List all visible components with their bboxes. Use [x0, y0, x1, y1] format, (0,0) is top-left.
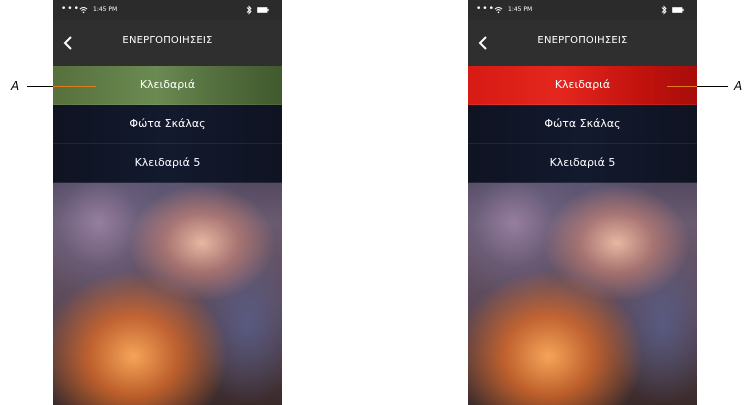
signal-dots: •••	[61, 4, 80, 14]
status-bar: ••• 1:45 PM	[468, 0, 697, 20]
page-title: ΕΝΕΡΓΟΠΟΙΗΣΕΙΣ	[122, 35, 213, 46]
list-item-label: Κλειδαριά 5	[134, 156, 201, 169]
callout-line-left-outer	[27, 86, 53, 87]
callout-line-left-inner	[53, 86, 96, 87]
list-item-stair-lights[interactable]: Φώτα Σκάλας	[53, 105, 282, 144]
status-time: 1:45 PM	[93, 6, 118, 13]
callout-line-right-outer	[697, 86, 728, 87]
signal-dots: •••	[476, 4, 495, 14]
activation-list: Κλειδαριά Φώτα Σκάλας Κλειδαριά 5	[468, 66, 697, 183]
wifi-icon	[79, 7, 88, 14]
status-time: 1:45 PM	[508, 6, 533, 13]
nav-bar: ΕΝΕΡΓΟΠΟΙΗΣΕΙΣ	[53, 20, 282, 66]
callout-label-left: A	[11, 79, 20, 93]
status-bar: ••• 1:45 PM	[53, 0, 282, 20]
activation-list: Κλειδαριά Φώτα Σκάλας Κλειδαριά 5	[53, 66, 282, 183]
figure-canvas: ••• 1:45 PM ΕΝΕΡΓΟΠΟΙΗΣΕΙΣ Κλειδαριά Φώτ…	[0, 0, 753, 405]
list-item-lock-5[interactable]: Κλειδαριά 5	[468, 144, 697, 183]
bluetooth-icon	[661, 5, 667, 15]
callout-line-right-inner	[667, 86, 697, 87]
list-item-label: Κλειδαριά	[139, 78, 196, 91]
list-item-label: Φώτα Σκάλας	[129, 117, 206, 130]
list-item-label: Φώτα Σκάλας	[544, 117, 621, 130]
list-item-label: Κλειδαριά 5	[549, 156, 616, 169]
phone-screen-left: ••• 1:45 PM ΕΝΕΡΓΟΠΟΙΗΣΕΙΣ Κλειδαριά Φώτ…	[53, 0, 282, 405]
nav-bar: ΕΝΕΡΓΟΠΟΙΗΣΕΙΣ	[468, 20, 697, 66]
bluetooth-icon	[246, 5, 252, 15]
wifi-icon	[494, 7, 503, 14]
phone-screen-right: ••• 1:45 PM ΕΝΕΡΓΟΠΟΙΗΣΕΙΣ Κλειδαριά Φώτ…	[468, 0, 697, 405]
list-item-label: Κλειδαριά	[554, 78, 611, 91]
page-title: ΕΝΕΡΓΟΠΟΙΗΣΕΙΣ	[537, 35, 628, 46]
list-item-stair-lights[interactable]: Φώτα Σκάλας	[468, 105, 697, 144]
list-item-lock-5[interactable]: Κλειδαριά 5	[53, 144, 282, 183]
battery-icon	[672, 7, 684, 13]
callout-label-right: A	[734, 79, 743, 93]
list-item-lock-active[interactable]: Κλειδαριά	[468, 66, 697, 105]
battery-icon	[257, 7, 269, 13]
